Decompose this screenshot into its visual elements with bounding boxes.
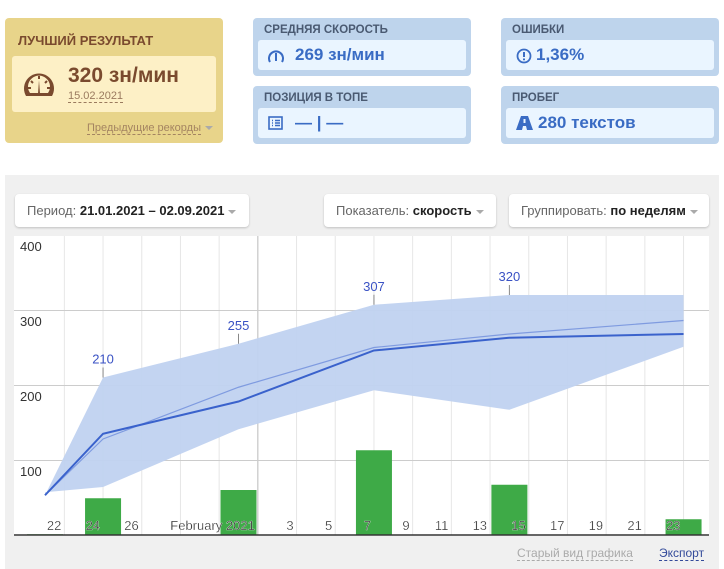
peak-label: 210 xyxy=(92,352,114,367)
speedometer-icon xyxy=(24,73,54,96)
best-result-box: 320 зн/мин 15.02.2021 xyxy=(12,56,216,112)
metric-label: Показатель: xyxy=(336,203,410,218)
top-position-card: ПОЗИЦИЯ В ТОПЕ — | — xyxy=(253,86,471,144)
errors-value: 1,36% xyxy=(536,45,585,64)
grouping-dropdown[interactable]: Группировать: по неделям xyxy=(509,194,709,227)
errors-title: ОШИБКИ xyxy=(512,24,565,36)
y-tick-label: 300 xyxy=(20,314,42,329)
metric-value: скорость xyxy=(412,203,472,218)
period-label: Период: xyxy=(27,203,77,218)
avg-speed-card: СРЕДНЯЯ СКОРОСТЬ 269 зн/мин xyxy=(253,18,471,76)
x-tick-label: 15 xyxy=(511,518,525,533)
texts-bar xyxy=(355,450,392,535)
old-chart-view-link[interactable]: Старый вид графика xyxy=(517,546,633,561)
mileage-card: ПРОБЕГ 280 текстов xyxy=(501,86,719,144)
chevron-down-icon xyxy=(205,126,213,131)
x-tick-label: 7 xyxy=(364,518,371,533)
road-icon xyxy=(516,116,533,130)
grouping-label: Группировать: xyxy=(521,203,607,218)
mileage-title: ПРОБЕГ xyxy=(512,92,560,104)
previous-records-dropdown[interactable]: Предыдущие рекорды xyxy=(87,122,213,135)
mileage-value: 280 текстов xyxy=(538,113,636,132)
speed-chart-svg: 210 255 307 320 100 200 300 400 22 24 26 February 2… xyxy=(14,236,709,536)
chevron-down-icon xyxy=(689,209,698,214)
period-dropdown[interactable]: Период: 21.01.2021 – 02.09.2021 xyxy=(15,194,249,227)
x-tick-label: 26 xyxy=(124,518,138,533)
x-tick-label: 17 xyxy=(550,518,564,533)
avg-speed-value: 269 зн/мин xyxy=(295,45,385,64)
top-position-value: — | — xyxy=(295,113,344,132)
best-result-value: 320 зн/мин xyxy=(68,64,179,87)
best-result-date[interactable]: 15.02.2021 xyxy=(68,90,124,103)
period-value: 21.01.2021 – 02.09.2021 xyxy=(79,203,225,218)
avg-speed-title: СРЕДНЯЯ СКОРОСТЬ xyxy=(264,24,388,36)
x-tick-label: 9 xyxy=(402,518,409,533)
x-tick-label: February 2021 xyxy=(170,518,255,533)
y-tick-label: 200 xyxy=(20,389,42,404)
exclamation-circle-icon xyxy=(516,48,532,64)
peak-label: 255 xyxy=(228,318,250,333)
export-link[interactable]: Экспорт xyxy=(659,546,705,561)
chevron-down-icon xyxy=(228,209,237,214)
x-tick-label: 19 xyxy=(589,518,603,533)
chevron-down-icon xyxy=(475,209,484,214)
best-result-card: ЛУЧШИЙ РЕЗУЛЬТАТ 320 зн/мин 15.02.2021 П… xyxy=(5,18,223,143)
y-tick-label: 400 xyxy=(20,239,42,254)
x-tick-label: 3 xyxy=(286,518,293,533)
x-tick-label: 11 xyxy=(435,518,449,533)
speed-chart: 210 255 307 320 100 200 300 400 22 24 26 February 2… xyxy=(14,236,709,536)
grouping-value: по неделям xyxy=(610,203,686,218)
x-tick-label: 24 xyxy=(86,518,100,533)
errors-card: ОШИБКИ 1,36% xyxy=(501,18,719,76)
previous-records-label: Предыдущие рекорды xyxy=(87,122,201,135)
x-tick-label: 23 xyxy=(666,518,680,533)
speedometer-icon xyxy=(268,50,284,63)
peak-label: 320 xyxy=(499,269,521,284)
best-result-title: ЛУЧШИЙ РЕЗУЛЬТАТ xyxy=(18,33,154,48)
x-tick-label: 22 xyxy=(47,518,61,533)
x-tick-label: 13 xyxy=(473,518,487,533)
x-tick-label: 21 xyxy=(627,518,641,533)
y-tick-label: 100 xyxy=(20,464,42,479)
top-position-title: ПОЗИЦИЯ В ТОПЕ xyxy=(264,92,368,104)
x-tick-label: 5 xyxy=(325,518,332,533)
metric-dropdown[interactable]: Показатель: скорость xyxy=(324,194,496,227)
list-icon xyxy=(268,116,283,130)
peak-label: 307 xyxy=(363,279,385,294)
